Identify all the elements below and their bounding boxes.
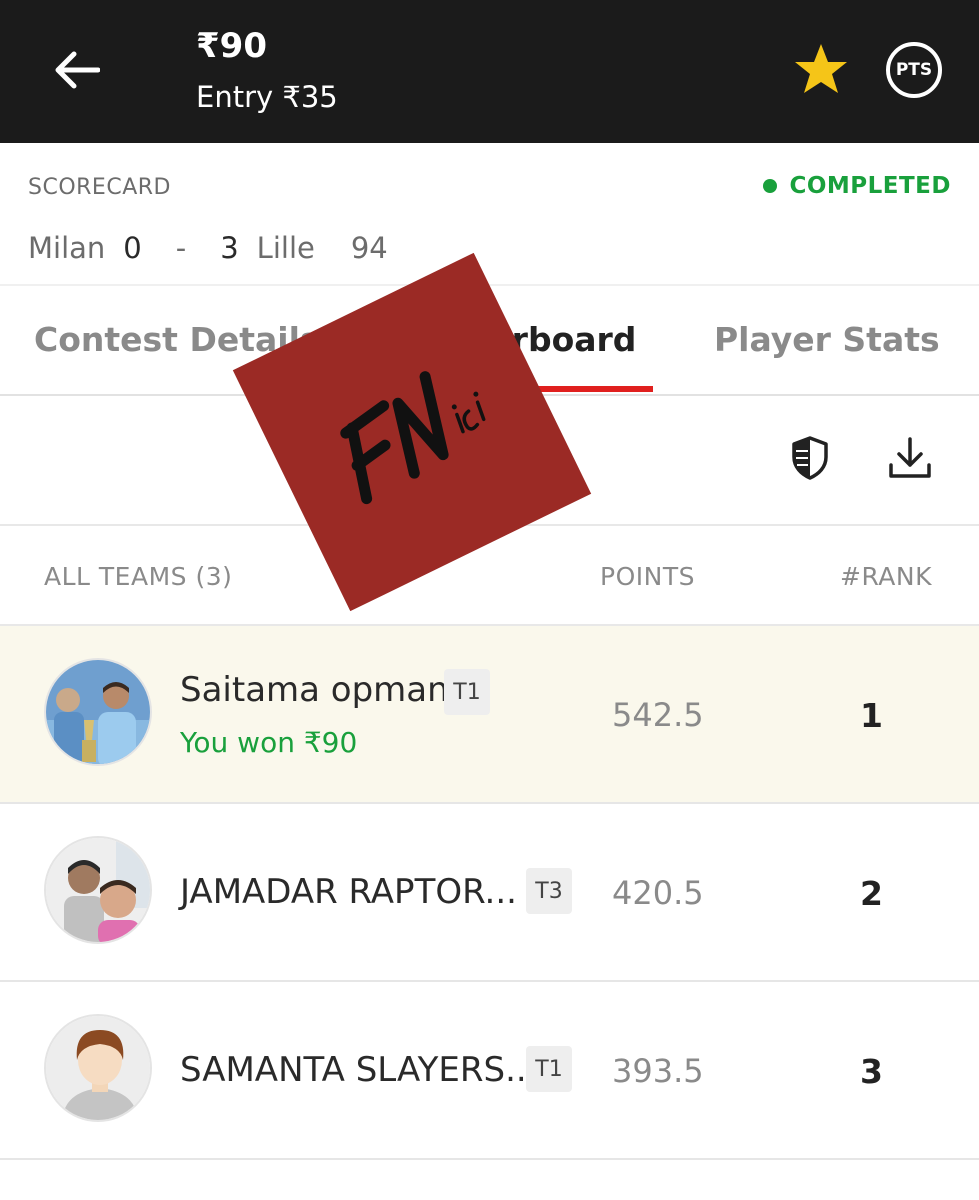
points-system-button[interactable]: PTS [886,42,942,98]
team-points: 393.5 [612,1052,704,1090]
top-app-bar: ₹90 Entry ₹35 PTS [0,0,979,143]
score-line: Milan 0 - 3 Lille 94 [28,231,388,265]
match-minute: 94 [350,231,388,265]
team-rank: 3 [860,1052,883,1091]
team-tag-badge: T1 [526,1046,572,1092]
team-rank: 1 [860,696,883,735]
points-header: POINTS [600,562,695,591]
away-score: 3 [220,231,239,265]
tab-contest-details[interactable]: Contest Details [34,320,320,359]
arrow-left-icon [55,51,100,89]
team-name: JAMADAR RAPTOR... [180,872,517,912]
all-teams-header: ALL TEAMS (3) [44,562,233,591]
team-rank: 2 [860,874,883,913]
contest-entry-fee: Entry ₹35 [196,80,338,114]
scorecard-panel[interactable]: SCORECARD COMPLETED Milan 0 - 3 Lille 94 [0,143,979,286]
team-points: 420.5 [612,874,704,912]
status-text: COMPLETED [789,173,951,199]
compare-button[interactable] [784,432,836,484]
download-button[interactable] [884,432,936,484]
contest-prize: ₹90 [196,26,267,66]
winnings-text: You won ₹90 [180,726,358,759]
back-button[interactable] [44,40,108,100]
match-status: COMPLETED [763,173,951,199]
team-name: SAMANTA SLAYERS... [180,1050,538,1090]
favorite-button[interactable] [790,38,852,100]
leaderboard-toolbar [0,396,979,526]
leaderboard-row[interactable]: JAMADAR RAPTOR... T3 420.5 2 [0,804,979,982]
team-name: Saitama opman [180,670,449,710]
home-score: 0 [123,231,142,265]
away-team: Lille [256,231,315,265]
team-points: 542.5 [612,696,704,734]
team-tag-badge: T1 [444,669,490,715]
leaderboard-row[interactable]: SAMANTA SLAYERS... T1 393.5 3 [0,982,979,1160]
leaderboard-column-header: ALL TEAMS (3) POINTS #RANK [0,528,979,626]
score-separator: - [175,231,187,265]
scorecard-label: SCORECARD [28,175,171,200]
download-icon [889,437,931,478]
status-dot-icon [763,179,778,193]
active-tab-indicator [470,386,653,392]
tab-bar: Contest Details Leaderboard Player Stats [0,286,979,396]
leaderboard-row[interactable]: Saitama opman T1 You won ₹90 542.5 1 [0,626,979,804]
tab-leaderboard[interactable]: Leaderboard [400,320,636,359]
avatar [44,1014,152,1122]
team-tag-badge: T3 [526,868,572,914]
rank-header: #RANK [840,562,933,591]
star-icon [795,44,847,93]
tab-player-stats[interactable]: Player Stats [714,320,940,359]
home-team: Milan [28,231,106,265]
avatar [44,836,152,944]
shield-compare-icon [792,436,828,480]
avatar [44,658,152,766]
